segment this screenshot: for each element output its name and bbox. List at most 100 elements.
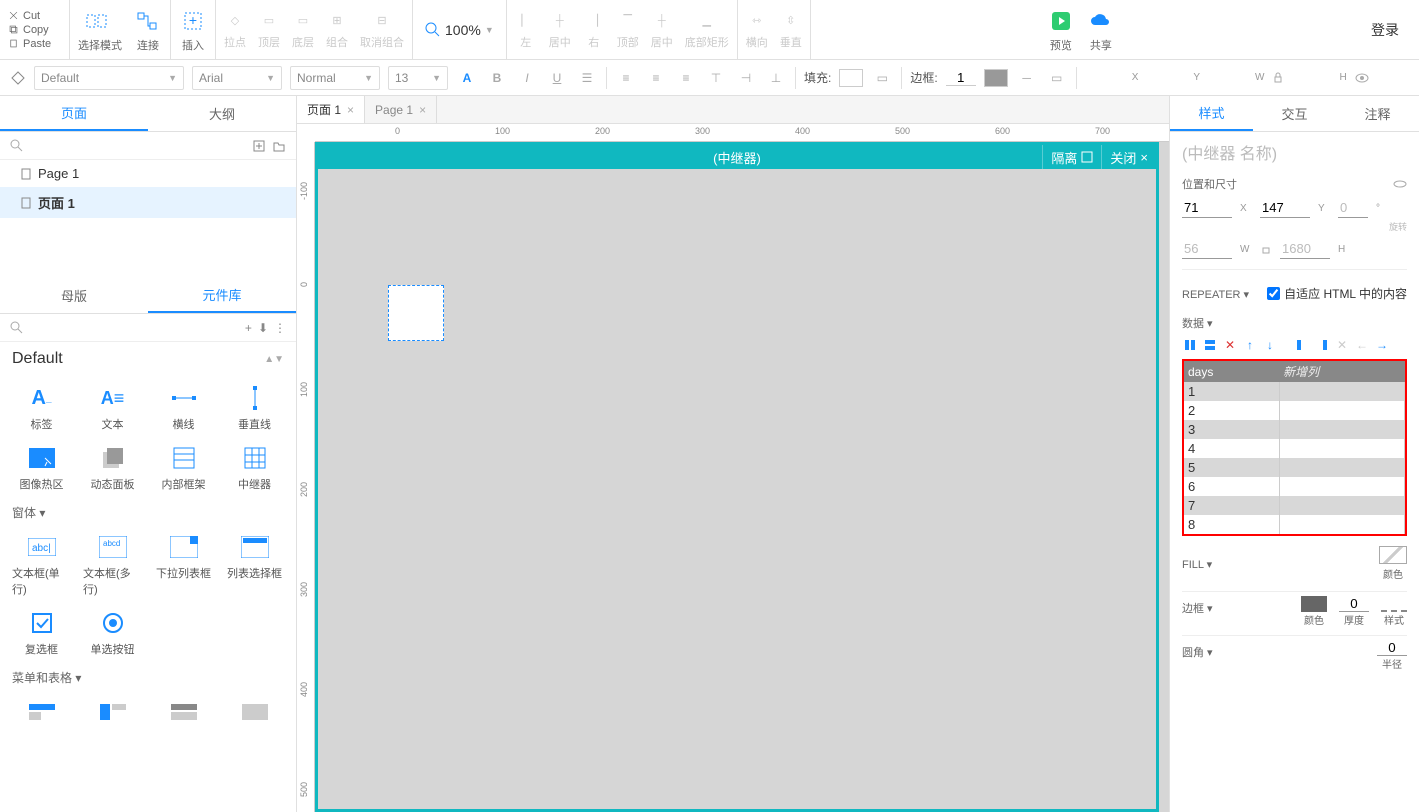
font-select[interactable]: Arial▼	[192, 66, 282, 90]
pos-y-input[interactable]	[1260, 198, 1310, 218]
widget-dynamic-panel[interactable]: 动态面板	[79, 440, 146, 496]
section-corner[interactable]: 圆角 ▾	[1182, 644, 1213, 660]
tab-masters[interactable]: 母版	[0, 278, 148, 313]
tab-interactions[interactable]: 交互	[1253, 96, 1336, 131]
lock-icon[interactable]	[1272, 72, 1284, 84]
fill-color-swatch[interactable]	[1379, 546, 1407, 564]
bold-button[interactable]: B	[486, 67, 508, 89]
border-style-select[interactable]	[1381, 596, 1407, 612]
valign-top-button[interactable]: ⊤	[705, 67, 727, 89]
page-item[interactable]: 页面 1	[0, 187, 296, 218]
visibility-icon[interactable]	[1393, 177, 1407, 191]
color-button[interactable]: A	[456, 67, 478, 89]
tab-notes[interactable]: 注释	[1336, 96, 1419, 131]
lib-section-menus[interactable]: 菜单和表格 ▾	[0, 665, 296, 690]
widget-hotspot[interactable]: 图像热区	[8, 440, 75, 496]
section-repeater[interactable]: REPEATER ▾	[1182, 288, 1249, 301]
widget-textfield[interactable]: abc|文本框(单行)	[8, 529, 75, 601]
repeater-item-widget[interactable]	[388, 285, 444, 341]
border-style-button[interactable]: ─	[1016, 67, 1038, 89]
border-more-button[interactable]: ▭	[1046, 67, 1068, 89]
more-icon[interactable]: ⋮	[274, 321, 286, 335]
section-fill[interactable]: FILL ▾	[1182, 558, 1212, 571]
weight-select[interactable]: Normal▼	[290, 66, 380, 90]
add-lib-icon[interactable]: +	[245, 321, 252, 335]
widget-label[interactable]: A_标签	[8, 380, 75, 436]
repeater-data-table[interactable]: days新增列 1 2 3 4 5 6 7 8	[1182, 359, 1407, 536]
align-center-text-button[interactable]: ≡	[645, 67, 667, 89]
close-tab-icon[interactable]: ×	[347, 103, 354, 117]
library-category[interactable]: Default▲▼	[0, 342, 296, 376]
lib-section-forms[interactable]: 窗体 ▾	[0, 500, 296, 525]
add-page-icon[interactable]	[252, 139, 266, 153]
bullets-button[interactable]: ☰	[576, 67, 598, 89]
tab-pages[interactable]: 页面	[0, 96, 148, 131]
widget-iframe[interactable]: 内部框架	[150, 440, 217, 496]
insert-button[interactable]: +插入	[179, 7, 207, 53]
canvas[interactable]: (中继器) 隔离 关闭×	[315, 142, 1169, 812]
tab-style[interactable]: 样式	[1170, 96, 1253, 131]
tab-outline[interactable]: 大纲	[148, 96, 296, 131]
pages-search-input[interactable]	[30, 138, 246, 153]
widget-menu1[interactable]	[8, 694, 75, 730]
widget-textarea[interactable]: abcd文本框(多行)	[79, 529, 146, 601]
move-down-icon[interactable]: ↓	[1262, 337, 1278, 353]
y-input[interactable]	[1146, 70, 1191, 85]
widget-radio[interactable]: 单选按钮	[79, 605, 146, 661]
visibility-icon[interactable]	[1355, 71, 1369, 85]
doc-tab[interactable]: 页面 1×	[297, 96, 365, 123]
zoom-control[interactable]: 100%▼	[413, 0, 507, 59]
pos-x-input[interactable]	[1182, 198, 1232, 218]
section-data[interactable]: 数据 ▾	[1182, 315, 1407, 331]
add-row-icon[interactable]	[1202, 337, 1218, 353]
library-search-input[interactable]	[30, 320, 239, 335]
border-width-input[interactable]	[946, 70, 976, 86]
widget-text[interactable]: A≡文本	[79, 380, 146, 436]
col-right-icon[interactable]	[1314, 337, 1330, 353]
fit-html-checkbox[interactable]: 自适应 HTML 中的内容	[1267, 285, 1407, 302]
lock-icon[interactable]	[1260, 243, 1272, 255]
folder-icon[interactable]	[272, 139, 286, 153]
align-right-text-button[interactable]: ≡	[675, 67, 697, 89]
close-repeater-button[interactable]: 关闭×	[1101, 145, 1156, 169]
add-col-icon[interactable]	[1182, 337, 1198, 353]
close-tab-icon[interactable]: ×	[419, 103, 426, 117]
widget-hline[interactable]: 横线	[150, 380, 217, 436]
widget-menu4[interactable]	[221, 694, 288, 730]
fill-swatch[interactable]	[839, 69, 863, 87]
align-left-text-button[interactable]: ≡	[615, 67, 637, 89]
fill-more-button[interactable]: ▭	[871, 67, 893, 89]
section-border[interactable]: 边框 ▾	[1182, 600, 1213, 616]
w-input[interactable]	[1208, 70, 1253, 85]
border-thickness-input[interactable]	[1339, 596, 1369, 612]
valign-bot-button[interactable]: ⊥	[765, 67, 787, 89]
widget-droplist[interactable]: 下拉列表框	[150, 529, 217, 601]
move-up-icon[interactable]: ↑	[1242, 337, 1258, 353]
widget-menu2[interactable]	[79, 694, 146, 730]
connect-button[interactable]: 连接	[134, 7, 162, 53]
widget-checkbox[interactable]: 复选框	[8, 605, 75, 661]
move-left-icon[interactable]: ←	[1354, 337, 1370, 353]
corner-radius-input[interactable]	[1377, 640, 1407, 656]
rotation-input[interactable]	[1338, 198, 1368, 218]
delete-col-icon[interactable]: ✕	[1334, 337, 1350, 353]
tab-libraries[interactable]: 元件库	[148, 278, 296, 313]
style-select[interactable]: Default▼	[34, 66, 184, 90]
paste-button[interactable]: Paste	[8, 38, 69, 50]
share-button[interactable]: 共享	[1087, 7, 1115, 53]
border-color-swatch[interactable]	[984, 69, 1008, 87]
widget-name-input[interactable]: (中继器 名称)	[1182, 140, 1407, 164]
italic-button[interactable]: I	[516, 67, 538, 89]
page-item[interactable]: Page 1	[0, 160, 296, 187]
isolate-button[interactable]: 隔离	[1042, 145, 1101, 169]
download-lib-icon[interactable]: ⬇	[258, 321, 268, 335]
select-mode-button[interactable]: 选择模式	[78, 7, 122, 53]
widget-vline[interactable]: 垂直线	[221, 380, 288, 436]
login-button[interactable]: 登录	[1351, 0, 1419, 59]
widget-listbox[interactable]: 列表选择框	[221, 529, 288, 601]
valign-mid-button[interactable]: ⊣	[735, 67, 757, 89]
x-input[interactable]	[1085, 70, 1130, 85]
copy-button[interactable]: Copy	[8, 24, 69, 36]
preview-button[interactable]: 预览	[1047, 7, 1075, 53]
underline-button[interactable]: U	[546, 67, 568, 89]
